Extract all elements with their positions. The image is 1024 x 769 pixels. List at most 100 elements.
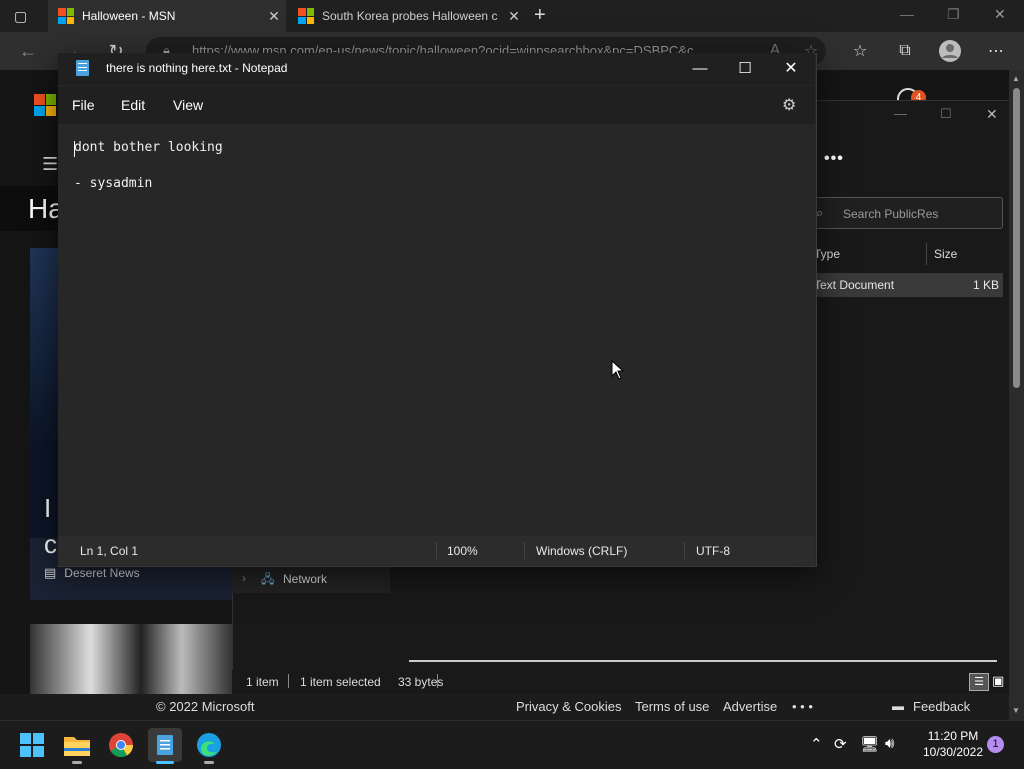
tab-south-korea[interactable]: South Korea probes Halloween c ✕ (288, 0, 526, 32)
minimize-button[interactable]: — (894, 106, 907, 121)
settings-gear-icon[interactable]: ⚙ (782, 95, 796, 115)
menu-edit[interactable]: Edit (121, 97, 145, 113)
search-input[interactable]: Search PublicRes (814, 197, 1003, 229)
tab-halloween-msn[interactable]: Halloween - MSN ✕ (48, 0, 286, 32)
feedback-button[interactable]: Feedback (913, 699, 970, 714)
clock[interactable]: 11:20 PM 10/30/2022 (916, 728, 990, 760)
notepad-status-bar: Ln 1, Col 1 100% Windows (CRLF) UTF-8 (58, 536, 815, 565)
msn-favicon-icon (58, 8, 74, 24)
feedback-icon: ▬ (892, 699, 904, 713)
scroll-up-icon[interactable]: ▲ (1012, 74, 1020, 83)
column-divider[interactable] (926, 243, 927, 265)
network-icon[interactable]: 🖥︎ (860, 735, 879, 753)
notepad-taskbar-icon[interactable] (148, 728, 182, 762)
selection-count: 1 item selected (300, 675, 381, 689)
column-headers: Type Size (814, 243, 1008, 265)
newspaper-icon: ▤ (44, 565, 57, 580)
news-card-title-line: I (44, 493, 52, 523)
notepad-menu-bar (58, 86, 815, 124)
active-indicator (156, 761, 174, 764)
table-row[interactable]: Text Document 1 KB (814, 273, 1003, 297)
divider (684, 542, 685, 559)
maximize-button[interactable]: ☐ (722, 53, 768, 83)
sync-icon[interactable]: ⟳ (834, 735, 847, 753)
chevron-right-icon[interactable]: › (242, 571, 246, 585)
editor-content[interactable]: dont bother looking - sysadmin (74, 139, 223, 193)
more-menu-icon[interactable]: ⋯ (981, 36, 1011, 66)
news-card-title[interactable]: I c (44, 490, 57, 562)
start-windows-icon[interactable] (15, 728, 49, 762)
chevron-up-icon[interactable]: ⌃ (810, 735, 823, 753)
zoom-level: 100% (447, 544, 478, 558)
network-icon: 🖧︎ (261, 572, 275, 586)
column-header-size[interactable]: Size (934, 247, 957, 261)
news-card-image[interactable] (30, 624, 232, 694)
encoding: UTF-8 (696, 544, 730, 558)
explorer-status-bar: 1 item 1 item selected 33 bytes ☰ ▣ (232, 670, 1008, 694)
running-indicator (72, 761, 82, 764)
volume-icon[interactable]: 🔊︎ (885, 735, 894, 752)
text-caret (74, 141, 75, 157)
hamburger-menu-icon[interactable]: ☰ (42, 154, 58, 175)
close-icon[interactable]: ✕ (502, 8, 526, 25)
sidebar-item-network[interactable]: › 🖧︎ Network (232, 565, 390, 593)
copyright-text: © 2022 Microsoft (156, 699, 255, 714)
tab-title: Halloween - MSN (82, 9, 176, 23)
menu-file[interactable]: File (72, 97, 95, 113)
minimize-button[interactable]: — (677, 53, 723, 83)
file-type-cell: Text Document (814, 278, 895, 292)
news-card-title-line: c (44, 529, 57, 559)
restore-button[interactable]: ❐ (947, 6, 960, 23)
close-window-button[interactable]: ✕ (994, 6, 1006, 23)
new-tab-button[interactable]: + (534, 4, 546, 27)
menu-view[interactable]: View (173, 97, 203, 113)
scrollbar-thumb[interactable] (1013, 88, 1020, 388)
more-options-button[interactable]: ••• (824, 150, 844, 168)
line-ending: Windows (CRLF) (536, 544, 628, 558)
window-title: there is nothing here.txt - Notepad (106, 61, 288, 75)
source-name: Deseret News (64, 566, 140, 580)
collections-icon[interactable]: ⧉ (890, 36, 920, 66)
maximize-button[interactable]: ☐ (940, 106, 952, 122)
search-icon: ⌕ (816, 205, 824, 220)
notification-badge[interactable]: 1 (987, 736, 1004, 753)
tab-actions-icon[interactable]: ▢ (14, 8, 27, 25)
time: 11:20 PM (927, 729, 979, 743)
edge-icon[interactable] (192, 728, 226, 762)
profile-avatar[interactable] (935, 36, 965, 66)
more-links-button[interactable]: • • • (792, 699, 813, 714)
privacy-link[interactable]: Privacy & Cookies (516, 699, 621, 714)
file-size-cell: 1 KB (972, 278, 999, 292)
news-card-source: ▤ Deseret News (44, 565, 140, 581)
divider (437, 674, 438, 688)
date: 10/30/2022 (922, 745, 984, 759)
scroll-down-icon[interactable]: ▼ (1012, 706, 1020, 715)
terms-link[interactable]: Terms of use (635, 699, 709, 714)
sidebar-item-label: Network (283, 572, 328, 586)
running-indicator (204, 761, 214, 764)
notepad-app-icon (76, 60, 89, 76)
file-explorer-icon[interactable] (60, 728, 94, 762)
divider (436, 542, 437, 559)
details-view-icon[interactable]: ☰ (969, 673, 989, 691)
close-icon[interactable]: ✕ (262, 8, 286, 25)
mouse-cursor-icon (611, 360, 625, 380)
cursor-position: Ln 1, Col 1 (80, 544, 139, 558)
msn-favicon-icon (298, 8, 314, 24)
column-header-type[interactable]: Type (814, 247, 840, 261)
item-count: 1 item (246, 675, 279, 689)
minimize-button[interactable]: — (900, 6, 914, 22)
tab-title: South Korea probes Halloween c (322, 9, 498, 23)
chrome-icon[interactable] (104, 728, 138, 762)
microsoft-logo-icon[interactable] (34, 94, 56, 116)
divider (288, 674, 289, 688)
close-window-button[interactable]: ✕ (768, 53, 814, 83)
tiles-view-icon[interactable]: ▣ (992, 673, 1004, 689)
favorites-icon[interactable]: ☆ (845, 36, 875, 66)
close-window-button[interactable]: ✕ (986, 106, 998, 123)
msn-footer: © 2022 Microsoft Privacy & Cookies Terms… (0, 694, 1024, 720)
page-title: Ha (0, 186, 64, 231)
horizontal-scrollbar[interactable] (409, 660, 997, 662)
advertise-link[interactable]: Advertise (723, 699, 777, 714)
back-arrow-icon[interactable]: ← (12, 35, 44, 67)
